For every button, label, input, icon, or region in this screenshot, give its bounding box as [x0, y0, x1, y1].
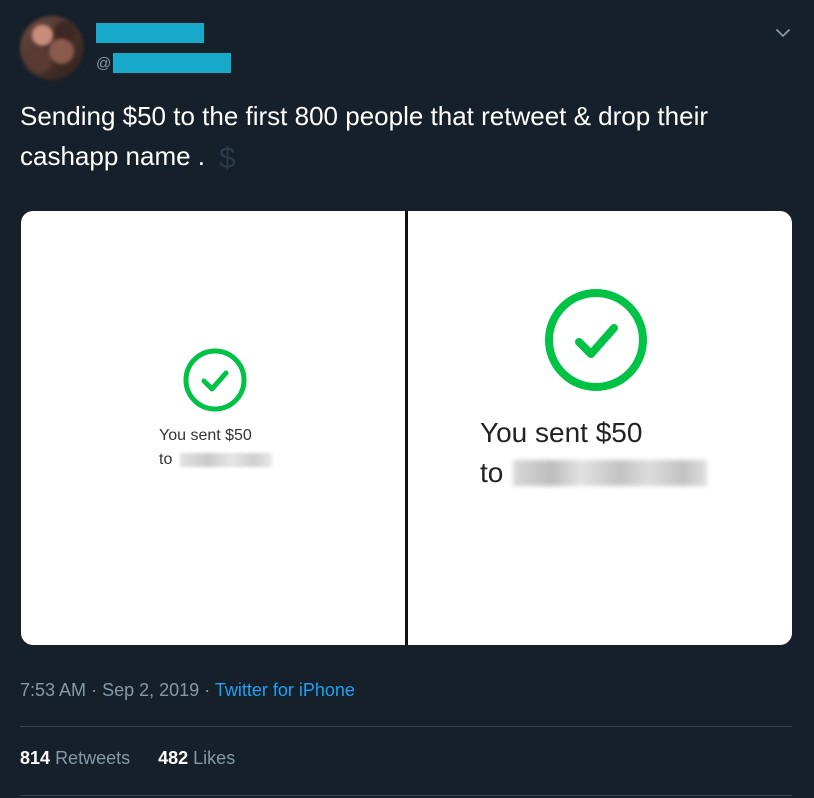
check-circle-icon — [183, 348, 247, 412]
likes-stat[interactable]: 482 Likes — [158, 748, 235, 769]
likes-label: Likes — [193, 748, 236, 768]
retweets-count: 814 — [20, 748, 51, 768]
check-circle-icon — [545, 289, 647, 391]
likes-count: 482 — [158, 748, 189, 768]
divider — [20, 726, 792, 727]
tweet-metadata: 7:53 AM · Sep 2, 2019 · Twitter for iPho… — [20, 680, 355, 701]
recipient-line: to — [480, 453, 780, 493]
recipient-line: to — [159, 448, 339, 472]
payment-confirmation-small: You sent $50 to — [159, 424, 339, 472]
payment-confirmation-large: You sent $50 to — [480, 413, 780, 493]
tweet-time[interactable]: 7:53 AM — [20, 680, 86, 700]
to-word: to — [159, 451, 173, 468]
source-link[interactable]: Twitter for iPhone — [215, 680, 355, 700]
sent-amount-text: You sent $50 — [159, 427, 252, 444]
tweet-text: Sending $50 to the first 800 people that… — [20, 101, 709, 171]
recipient-name-blurred — [513, 460, 708, 486]
engagement-stats: 814 Retweets 482 Likes — [20, 748, 235, 769]
tweet-date[interactable]: Sep 2, 2019 — [102, 680, 199, 700]
meta-separator: · — [204, 680, 211, 700]
tweet-card: @ Sending $50 to the first 800 people th… — [0, 0, 814, 798]
media-image-right[interactable]: You sent $50 to — [408, 211, 792, 645]
sent-amount-text: You sent $50 — [480, 417, 643, 448]
retweets-label: Retweets — [55, 748, 131, 768]
divider — [20, 795, 792, 796]
to-word: to — [480, 457, 504, 488]
meta-separator: · — [91, 680, 98, 700]
user-handle[interactable]: @ — [96, 52, 232, 74]
retweets-stat[interactable]: 814 Retweets — [20, 748, 130, 769]
display-name-redacted[interactable] — [96, 23, 204, 43]
handle-at-sign: @ — [96, 54, 112, 72]
recipient-name-blurred — [180, 453, 273, 467]
tweet-media[interactable]: You sent $50 to You sent $50 to — [21, 211, 792, 645]
avatar[interactable] — [20, 16, 84, 80]
dollar-emoji-icon: $ — [219, 142, 236, 175]
chevron-down-icon[interactable] — [772, 22, 794, 44]
tweet-body: Sending $50 to the first 800 people that… — [20, 96, 800, 179]
handle-redacted — [113, 53, 232, 73]
media-image-left[interactable]: You sent $50 to — [21, 211, 405, 645]
